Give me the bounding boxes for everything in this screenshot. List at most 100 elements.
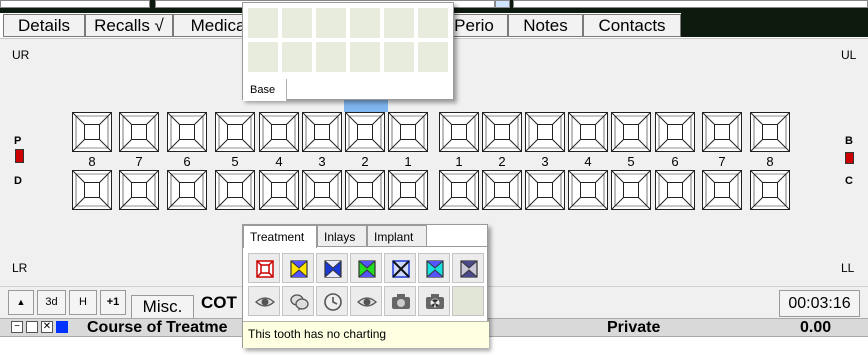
base-cell[interactable] <box>315 41 347 73</box>
base-cell[interactable] <box>383 41 415 73</box>
tooth-ur6[interactable] <box>167 112 207 152</box>
tooth-lr7[interactable] <box>119 170 159 210</box>
session-timer: 00:03:16 <box>779 290 860 317</box>
course-title: Course of Treatme <box>87 319 228 336</box>
base-tab[interactable]: Base <box>243 79 287 101</box>
plus-one-button[interactable]: +1 <box>100 290 126 315</box>
camera-icon[interactable] <box>384 286 416 316</box>
tab-treatment[interactable]: Treatment <box>243 225 317 248</box>
base-cell[interactable] <box>417 41 449 73</box>
tooth-lr6[interactable] <box>167 170 207 210</box>
base-cell[interactable] <box>281 41 313 73</box>
tooth-number: 8 <box>766 154 774 169</box>
blue-crown-icon[interactable] <box>316 253 348 283</box>
blue-x-crown-icon[interactable] <box>384 253 416 283</box>
side-label-c: C <box>845 175 853 187</box>
tooth-number: 5 <box>627 154 635 169</box>
tab-recalls[interactable]: Recalls √ <box>85 14 173 37</box>
tooth-ul8[interactable] <box>750 112 790 152</box>
quadrant-ul-label: UL <box>841 48 857 62</box>
tooth-lr4[interactable] <box>259 170 299 210</box>
tooth-ll8[interactable] <box>750 170 790 210</box>
tooth-lr1[interactable] <box>388 170 428 210</box>
course-fee-type: Private <box>607 319 661 336</box>
tooth-ll2[interactable] <box>482 170 522 210</box>
radiation-camera-icon[interactable] <box>418 286 450 316</box>
empty-slot <box>452 286 484 316</box>
tab-contacts[interactable]: Contacts <box>583 14 681 37</box>
tooth-ul7[interactable] <box>702 112 742 152</box>
base-cell[interactable] <box>281 7 313 39</box>
tooth-ur2[interactable] <box>345 112 385 152</box>
tooth-ul6[interactable] <box>655 112 695 152</box>
top-field[interactable] <box>495 0 510 8</box>
tooth-ll6[interactable] <box>655 170 695 210</box>
base-cell[interactable] <box>247 41 279 73</box>
top-field[interactable] <box>0 0 150 8</box>
eye-icon[interactable] <box>248 286 280 316</box>
tooth-ll3[interactable] <box>525 170 565 210</box>
tooth-number: 3 <box>318 154 326 169</box>
tooth-ul3[interactable] <box>525 112 565 152</box>
h-button[interactable]: H <box>69 290 97 315</box>
tooth-ur7[interactable] <box>119 112 159 152</box>
base-cell[interactable] <box>247 7 279 39</box>
checkbox[interactable] <box>26 321 38 333</box>
cyan-crown-icon[interactable] <box>418 253 450 283</box>
tooth-number: 4 <box>584 154 592 169</box>
tooth-lr2[interactable] <box>345 170 385 210</box>
tab-bar-filler <box>681 13 868 37</box>
tooth-number: 1 <box>455 154 463 169</box>
tooth-number: 5 <box>231 154 239 169</box>
side-label-d: D <box>14 175 22 187</box>
checked-checkbox[interactable]: ✕ <box>41 321 53 333</box>
tooth-ll4[interactable] <box>568 170 608 210</box>
grey-crown-icon[interactable] <box>452 253 484 283</box>
tooth-lr3[interactable] <box>302 170 342 210</box>
clock-icon[interactable] <box>316 286 348 316</box>
base-popup: Base <box>242 2 454 101</box>
tooth-ur8[interactable] <box>72 112 112 152</box>
tab-implant[interactable]: Implant <box>367 225 427 247</box>
top-field[interactable] <box>513 0 868 8</box>
tooth-ll5[interactable] <box>611 170 651 210</box>
tooth-number: 6 <box>183 154 191 169</box>
tooltip: This tooth has no charting <box>243 321 489 348</box>
eye-icon[interactable] <box>350 286 382 316</box>
tab-inlays[interactable]: Inlays <box>317 225 367 247</box>
tooth-ul1[interactable] <box>439 112 479 152</box>
tooth-ll7[interactable] <box>702 170 742 210</box>
tooth-number: 4 <box>275 154 283 169</box>
tooth-number: 7 <box>718 154 726 169</box>
red-marker-icon <box>15 149 24 163</box>
yellow-crown-icon[interactable] <box>282 253 314 283</box>
speech-icon[interactable] <box>282 286 314 316</box>
tab-notes[interactable]: Notes <box>508 14 583 37</box>
base-cell[interactable] <box>383 7 415 39</box>
three-d-button[interactable]: 3d <box>37 290 66 315</box>
tab-misc[interactable]: Misc. <box>131 295 194 319</box>
collapse-toggle[interactable]: − <box>11 321 23 333</box>
tooth-lr8[interactable] <box>72 170 112 210</box>
tab-details[interactable]: Details <box>3 14 85 37</box>
base-cell[interactable] <box>315 7 347 39</box>
base-cell[interactable] <box>417 7 449 39</box>
tooth-number: 8 <box>88 154 96 169</box>
quadrant-lr-label: LR <box>12 261 28 275</box>
base-cell[interactable] <box>349 41 381 73</box>
tooth-ll1[interactable] <box>439 170 479 210</box>
tooth-ul5[interactable] <box>611 112 651 152</box>
cot-label: COT <box>201 293 237 312</box>
tooth-ur4[interactable] <box>259 112 299 152</box>
tooth-ur3[interactable] <box>302 112 342 152</box>
tooth-number: 2 <box>361 154 369 169</box>
tooth-ur5[interactable] <box>215 112 255 152</box>
tooth-ul4[interactable] <box>568 112 608 152</box>
tooth-ur1[interactable] <box>388 112 428 152</box>
base-cell[interactable] <box>349 7 381 39</box>
move-up-button[interactable]: ▲ <box>8 290 34 315</box>
green-crown-icon[interactable] <box>350 253 382 283</box>
tooth-ul2[interactable] <box>482 112 522 152</box>
tooth-lr5[interactable] <box>215 170 255 210</box>
red-crown-icon[interactable] <box>248 253 280 283</box>
